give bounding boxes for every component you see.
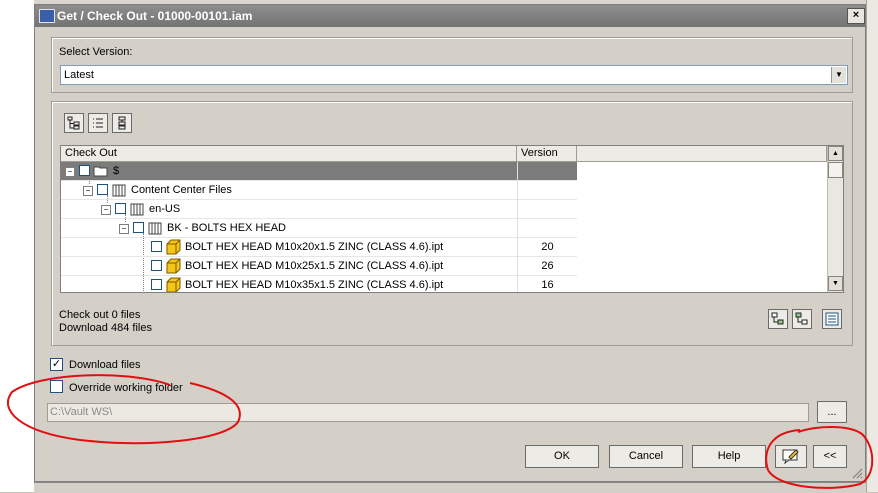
part-file-icon — [166, 277, 181, 292]
list-view-icon — [93, 118, 103, 128]
tree-row[interactable]: − Content Center Files — [61, 181, 577, 200]
hierarchy-view-icon — [118, 116, 126, 130]
tree-row[interactable]: − en-US — [61, 200, 577, 219]
version-cell — [517, 162, 577, 181]
collapse-toggle[interactable]: − — [65, 167, 75, 177]
version-cell: 20 — [517, 238, 577, 257]
collapse-options-button[interactable]: << — [813, 445, 847, 468]
list-view-button[interactable] — [88, 113, 108, 133]
download-files-checkbox[interactable]: ✓ — [50, 358, 63, 371]
checkout-count: Check out 0 files — [59, 309, 141, 321]
background-app-panel — [0, 0, 34, 492]
row-label: $ — [113, 165, 120, 177]
tree-row[interactable]: − BK - BOLTS HEX HEAD — [61, 219, 577, 238]
version-cell: 26 — [517, 257, 577, 276]
part-file-icon — [166, 239, 181, 255]
get-checkout-dialog: Get / Check Out - 01000-00101.iam × Sele… — [34, 4, 866, 482]
row-checkbox[interactable] — [79, 165, 90, 176]
row-label: BOLT HEX HEAD M10x25x1.5 ZINC (CLASS 4.6… — [185, 260, 444, 272]
chevron-down-icon[interactable]: ▼ — [831, 67, 846, 83]
version-cell — [517, 200, 577, 219]
column-header-checkout[interactable]: Check Out — [61, 146, 517, 162]
select-version-label: Select Version: — [59, 46, 133, 58]
cancel-button[interactable]: Cancel — [609, 445, 683, 468]
collapse-tree-icon — [795, 312, 808, 325]
row-checkbox[interactable] — [133, 222, 144, 233]
tree-row[interactable]: 16 BOLT HEX HEAD M10x35x1.5 ZINC (CLASS … — [61, 276, 554, 292]
working-folder-path[interactable]: C:\Vault WS\ — [47, 403, 809, 422]
row-label: BK - BOLTS HEX HEAD — [167, 222, 286, 234]
background-app-edge — [866, 0, 878, 492]
version-cell — [517, 219, 577, 238]
version-cell: 16 — [517, 276, 577, 292]
scroll-down-button[interactable]: ▼ — [828, 276, 843, 291]
vertical-scrollbar[interactable]: ▲ ▼ — [827, 146, 843, 292]
files-group: Check Out Version − $ − Content Center F… — [51, 101, 853, 346]
row-checkbox[interactable] — [97, 184, 108, 195]
row-label: Content Center Files — [131, 184, 232, 196]
resize-grip-icon[interactable] — [851, 467, 863, 479]
checkout-grid[interactable]: Check Out Version − $ − Content Center F… — [60, 145, 844, 293]
library-folder-icon — [148, 222, 162, 235]
hierarchy-view-button[interactable] — [112, 113, 132, 133]
close-button[interactable]: × — [847, 8, 865, 24]
comment-edit-icon — [782, 449, 799, 465]
row-label: BOLT HEX HEAD M10x20x1.5 ZINC (CLASS 4.6… — [185, 241, 444, 253]
version-group: Select Version: Latest ▼ — [51, 37, 853, 93]
override-folder-label: Override working folder — [69, 382, 183, 394]
details-list-icon — [825, 312, 839, 326]
row-checkbox[interactable] — [151, 279, 162, 290]
version-value: Latest — [64, 69, 94, 81]
collapse-toggle[interactable]: − — [101, 205, 111, 215]
expand-all-button[interactable] — [768, 309, 788, 329]
column-header-blank — [577, 146, 827, 162]
tree-row[interactable]: 20 BOLT HEX HEAD M10x20x1.5 ZINC (CLASS … — [61, 238, 577, 257]
version-cell — [517, 181, 577, 200]
tree-row[interactable]: − $ — [61, 162, 577, 181]
tree-view-icon — [67, 116, 80, 130]
row-checkbox[interactable] — [151, 241, 162, 252]
tree-view-button[interactable] — [64, 113, 84, 133]
details-view-button[interactable] — [822, 309, 842, 329]
background-status-bar — [34, 482, 866, 493]
column-header-version[interactable]: Version — [517, 146, 577, 162]
collapse-all-button[interactable] — [792, 309, 812, 329]
folder-icon — [93, 166, 108, 177]
scroll-thumb[interactable] — [828, 162, 843, 178]
scroll-up-button[interactable]: ▲ — [828, 146, 843, 161]
library-folder-icon — [112, 184, 126, 197]
override-folder-checkbox[interactable] — [50, 380, 63, 393]
tree-row[interactable]: 26 BOLT HEX HEAD M10x25x1.5 ZINC (CLASS … — [61, 257, 577, 276]
part-file-icon — [166, 258, 181, 274]
version-dropdown[interactable]: Latest ▼ — [60, 65, 848, 85]
library-folder-icon — [130, 203, 144, 216]
vault-app-icon — [39, 9, 55, 23]
ok-button[interactable]: OK — [525, 445, 599, 468]
expand-tree-icon — [771, 312, 784, 325]
download-files-label: Download files — [69, 359, 141, 371]
row-label: en-US — [149, 203, 181, 215]
title-bar[interactable]: Get / Check Out - 01000-00101.iam × — [35, 5, 865, 27]
row-checkbox[interactable] — [151, 260, 162, 271]
browse-button[interactable]: ... — [817, 401, 847, 423]
dialog-title: Get / Check Out - 01000-00101.iam — [57, 9, 253, 23]
row-checkbox[interactable] — [115, 203, 126, 214]
help-button[interactable]: Help — [692, 445, 766, 468]
collapse-toggle[interactable]: − — [83, 186, 93, 196]
row-label: BOLT HEX HEAD M10x35x1.5 ZINC (CLASS 4.6… — [185, 279, 444, 291]
collapse-toggle[interactable]: − — [119, 224, 129, 234]
comment-button[interactable] — [775, 445, 807, 468]
download-count: Download 484 files — [59, 322, 152, 334]
